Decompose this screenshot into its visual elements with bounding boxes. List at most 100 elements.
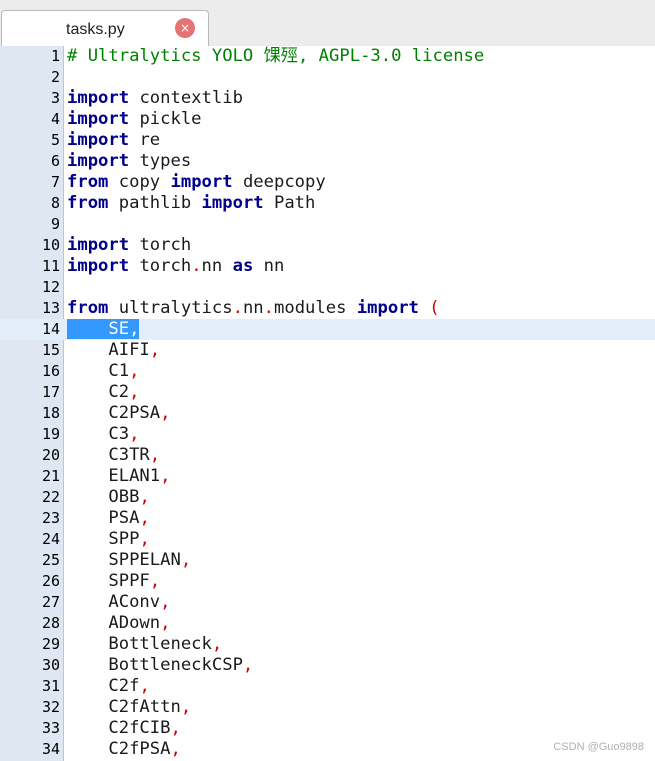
code-token: BottleneckCSP [67,655,243,675]
code-line[interactable]: 27 AConv, [0,592,655,613]
keyword-token: import [67,130,130,150]
code-line[interactable]: 15 AIFI, [0,340,655,361]
code-line[interactable]: 21 ELAN1, [0,466,655,487]
code-line[interactable]: 18 C2PSA, [0,403,655,424]
code-editor[interactable]: 1 # Ultralytics YOLO 馃殌, AGPL-3.0 license… [0,46,655,761]
line-number: 30 [41,656,60,674]
code-token: re [129,130,161,150]
punctuation-token: , [170,739,181,759]
code-text: ADown, [67,613,171,634]
code-token: C1 [67,361,130,381]
tab-title: tasks.py [66,21,125,38]
code-token: C2fCIB [67,718,171,738]
code-line[interactable]: 13 from ultralytics.nn.modules import ( [0,298,655,319]
code-token: Path [263,193,316,213]
punctuation-token: , [139,508,150,528]
code-token: OBB [67,487,140,507]
code-token: torch [129,256,192,276]
code-text: import torch.nn as nn [67,256,284,277]
line-number: 13 [41,299,60,317]
code-line[interactable]: 6 import types [0,151,655,172]
punctuation-token: , [180,550,192,570]
punctuation-token: . [232,298,243,318]
close-icon[interactable]: × [175,18,195,38]
code-line[interactable]: 5 import re [0,130,655,151]
code-line[interactable]: 19 C3, [0,424,655,445]
line-number: 25 [41,551,60,569]
code-line[interactable]: 17 C2, [0,382,655,403]
tab-tasks-py[interactable]: tasks.py × [1,10,209,46]
code-text: import torch [67,235,191,256]
line-number: 29 [41,635,60,653]
code-line[interactable]: 3 import contextlib [0,88,655,109]
line-number: 27 [41,593,60,611]
code-text: from ultralytics.nn.modules import ( [67,298,440,319]
punctuation-token: , [129,361,140,381]
code-token: C2PSA [67,403,161,423]
code-token: AConv [67,592,161,612]
keyword-token: import [67,256,130,276]
code-text: C3, [67,424,139,445]
code-text: AIFI, [67,340,160,361]
line-number: 3 [50,89,60,107]
code-line[interactable]: 26 SPPF, [0,571,655,592]
punctuation-token: , [139,487,150,507]
keyword-token: import [67,235,130,255]
code-line[interactable]: 25 SPPELAN, [0,550,655,571]
code-line[interactable]: 9 [0,214,655,235]
keyword-token: from [67,193,109,213]
line-number: 12 [41,278,60,296]
code-line[interactable]: 32 C2fAttn, [0,697,655,718]
line-number: 16 [41,362,60,380]
line-number: 8 [50,194,60,212]
code-line[interactable]: 14 SE, [0,319,655,340]
code-line[interactable]: 8 from pathlib import Path [0,193,655,214]
code-line[interactable]: 23 PSA, [0,508,655,529]
code-token: C2fPSA [67,739,171,759]
keyword-token: as [232,256,254,276]
code-line[interactable]: 20 C3TR, [0,445,655,466]
line-number: 23 [41,509,60,527]
line-number: 31 [41,677,60,695]
code-line[interactable]: 30 BottleneckCSP, [0,655,655,676]
code-token: copy [108,172,171,192]
code-line[interactable]: 31 C2f, [0,676,655,697]
line-number: 5 [50,131,60,149]
line-number: 24 [41,530,60,548]
code-line[interactable]: 1 # Ultralytics YOLO 馃殌, AGPL-3.0 license [0,46,655,67]
code-line[interactable]: 29 Bottleneck, [0,634,655,655]
code-text: import re [67,130,160,151]
code-line[interactable]: 10 import torch [0,235,655,256]
code-line[interactable]: 11 import torch.nn as nn [0,256,655,277]
line-number: 2 [50,68,60,86]
code-text: C2f, [67,676,150,697]
code-line[interactable]: 16 C1, [0,361,655,382]
code-token: C2 [67,382,130,402]
code-line[interactable]: 33 C2fCIB, [0,718,655,739]
code-line[interactable]: 28 ADown, [0,613,655,634]
code-text: # Ultralytics YOLO 馃殌, AGPL-3.0 license [67,46,484,67]
punctuation-token: , [139,676,150,696]
line-number: 28 [41,614,60,632]
punctuation-token: , [129,424,140,444]
line-number: 20 [41,446,60,464]
code-text: from pathlib import Path [67,193,315,214]
code-line[interactable]: 22 OBB, [0,487,655,508]
watermark: CSDN @Guo9898 [553,741,644,753]
line-number: 34 [41,740,60,758]
selected-text: SE [67,319,130,339]
code-line[interactable]: 24 SPP, [0,529,655,550]
code-line[interactable]: 4 import pickle [0,109,655,130]
code-token: pathlib [108,193,202,213]
selected-text: , [129,319,140,339]
punctuation-token: . [191,256,202,276]
code-text: C2, [67,382,139,403]
code-line[interactable]: 12 [0,277,655,298]
code-token: SPPELAN [67,550,181,570]
code-token: PSA [67,508,140,528]
code-line[interactable]: 2 [0,67,655,88]
code-line[interactable]: 7 from copy import deepcopy [0,172,655,193]
punctuation-token: , [129,382,140,402]
punctuation-token: ( [418,298,440,318]
punctuation-token: , [160,613,171,633]
